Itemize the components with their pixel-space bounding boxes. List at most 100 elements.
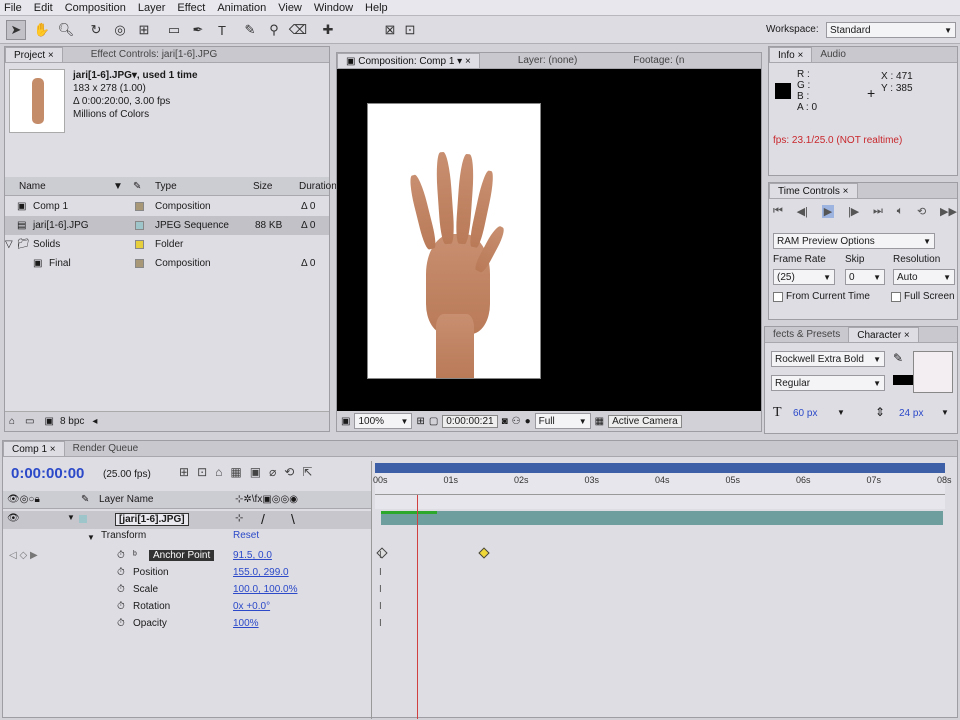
col-type[interactable]: Type [155, 181, 177, 192]
layer-name[interactable]: [jari[1-6].JPG] [115, 513, 189, 526]
keyframe-marker[interactable]: I [379, 601, 382, 612]
tab-info[interactable]: Info × [769, 47, 813, 62]
tab-effects-presets[interactable]: fects & Presets [765, 327, 848, 342]
ram-preview-dropdown[interactable]: RAM Preview Options ▼ [773, 233, 935, 249]
camera-dropdown[interactable]: Active Camera [608, 414, 682, 428]
tab-footage[interactable]: Footage: (n [625, 53, 692, 68]
zoom-tool-icon[interactable]: 🔍︎ [56, 20, 76, 40]
tab-layer[interactable]: Layer: (none) [510, 53, 585, 68]
resolution-dropdown-tc[interactable]: Auto ▼ [893, 269, 955, 285]
first-frame-icon[interactable]: ⏮ [773, 205, 783, 218]
link-icon[interactable]: ᵇ [133, 550, 137, 561]
time-navigator[interactable] [375, 495, 945, 509]
eye-icon[interactable]: 👁︎ [7, 513, 20, 524]
font-dropdown[interactable]: Rockwell Extra Bold ▼ [771, 351, 885, 367]
stroke-color-swatch[interactable] [913, 351, 953, 393]
stopwatch-icon[interactable]: ⏱︎ [117, 601, 125, 612]
pan-behind-icon[interactable]: ⊞ [134, 20, 154, 40]
resolution-dropdown[interactable]: Full ▼ [534, 413, 591, 429]
keyframe-marker[interactable]: I [379, 584, 382, 595]
frame-blending-icon[interactable]: ⌀ [269, 465, 276, 479]
prev-frame-icon[interactable]: ◀| [797, 205, 808, 218]
fill-color-swatch[interactable] [893, 375, 913, 385]
list-item[interactable]: ▽ 📁︎ Solids Folder [5, 235, 329, 254]
stopwatch-icon[interactable]: ⏱︎ [117, 550, 125, 561]
menu-help[interactable]: Help [365, 2, 388, 14]
interpret-footage-icon[interactable]: ⌂ [9, 416, 15, 427]
menu-composition[interactable]: Composition [65, 2, 126, 14]
property-value[interactable]: 155.0, 299.0 [233, 567, 289, 578]
orbit-camera-icon[interactable]: ◎ [110, 20, 130, 40]
stopwatch-icon[interactable]: ⏱︎ [117, 567, 125, 578]
world-axis-icon[interactable]: ⊡ [400, 20, 420, 40]
current-time-indicator[interactable] [417, 495, 418, 719]
bit-depth[interactable]: 8 bpc [60, 416, 84, 427]
new-folder-icon[interactable]: ▭ [25, 416, 34, 427]
list-item[interactable]: ▤ jari[1-6].JPG JPEG Sequence 88 KB Δ 0 [5, 216, 329, 235]
menu-file[interactable]: File [4, 2, 22, 14]
tab-character[interactable]: Character × [848, 327, 919, 342]
tab-project[interactable]: Project × [5, 47, 63, 62]
new-comp-icon[interactable]: ▣ [45, 416, 54, 427]
keyframe-marker[interactable]: I [379, 550, 382, 561]
tab-time-controls[interactable]: Time Controls × [769, 183, 858, 198]
keyframe-marker[interactable]: I [379, 567, 382, 578]
tab-render-queue[interactable]: Render Queue [65, 441, 147, 456]
comp-mini-flowchart-icon[interactable]: ⊡ [197, 465, 207, 479]
workspace-dropdown[interactable]: Standard ▼ [826, 22, 956, 38]
col-name[interactable]: Name [19, 181, 46, 192]
property-value[interactable]: 91.5, 0.0 [233, 550, 272, 561]
always-preview-icon[interactable]: ▣ [341, 416, 350, 427]
safe-zones-icon[interactable]: ⊞ [416, 416, 424, 427]
property-row[interactable]: ◁ ◇ ▶ ⏱︎ Anchor Point 91.5, 0.0 ᵇ [3, 547, 371, 564]
menu-window[interactable]: Window [314, 2, 353, 14]
comp-layer-image[interactable] [367, 103, 541, 379]
ram-preview-icon[interactable]: ▶▶ [940, 205, 957, 218]
transform-label[interactable]: Transform [101, 530, 146, 541]
snapshot-icon[interactable]: ◙ [502, 416, 508, 427]
selection-tool-icon[interactable]: ➤ [6, 20, 26, 40]
menu-edit[interactable]: Edit [34, 2, 53, 14]
keyframe-marker[interactable]: I [379, 618, 382, 629]
menu-view[interactable]: View [278, 2, 302, 14]
tab-audio[interactable]: Audio [812, 47, 854, 62]
channel-icon[interactable]: ● [525, 416, 531, 427]
pen-tool-icon[interactable]: ✒ [188, 20, 208, 40]
motion-blur-icon[interactable]: ⟲ [284, 465, 294, 479]
keyframe-diamond[interactable] [478, 547, 490, 559]
last-frame-icon[interactable]: ⏭ [873, 205, 883, 218]
stopwatch-icon[interactable]: ⏱︎ [117, 618, 125, 629]
zoom-dropdown[interactable]: 100% ▼ [354, 413, 413, 429]
property-value[interactable]: 100% [233, 618, 259, 629]
layer-row[interactable]: 👁︎ ▼ [jari[1-6].JPG] ⊹ / \ [3, 511, 371, 529]
show-snapshot-icon[interactable]: ⚇ [512, 416, 521, 427]
eraser-tool-icon[interactable]: ⌫ [288, 20, 308, 40]
loop-icon[interactable]: ⟲ [917, 205, 926, 218]
col-duration[interactable]: Duration [299, 181, 337, 192]
rectangle-mask-icon[interactable]: ▭ [164, 20, 184, 40]
font-size-value[interactable]: 60 px [793, 408, 817, 419]
play-icon[interactable]: ▶ [821, 205, 835, 218]
keyframe-nav-icon[interactable]: ◁ ◇ ▶ [9, 550, 38, 561]
tab-composition[interactable]: ▣ Composition: Comp 1 ▾ × [337, 53, 480, 68]
chevron-down-icon[interactable]: ▽ [5, 239, 13, 250]
col-layer-name[interactable]: Layer Name [99, 494, 153, 505]
chevron-down-icon[interactable]: ▼ [837, 408, 845, 417]
menu-animation[interactable]: Animation [217, 2, 266, 14]
from-current-checkbox[interactable] [773, 291, 783, 302]
type-tool-icon[interactable]: T [212, 20, 232, 40]
label-color[interactable] [135, 202, 144, 211]
brush-tool-icon[interactable]: ✎ [240, 20, 260, 40]
time-ruler[interactable]: 00s 01s 02s 03s 04s 05s 06s 07s 08s [373, 473, 952, 495]
list-item[interactable]: ▣ Final Composition Δ 0 [5, 254, 329, 273]
live-update-icon[interactable]: ⌂ [215, 465, 222, 479]
hand-tool-icon[interactable]: ✋ [32, 20, 52, 40]
list-item[interactable]: ▣ Comp 1 Composition Δ 0 [5, 197, 329, 216]
effect-switch-icon[interactable]: \ [291, 511, 295, 527]
axis-mode-icon[interactable]: ⊠ [380, 20, 400, 40]
next-frame-icon[interactable]: |▶ [848, 205, 859, 218]
frame-rate-dropdown[interactable]: (25) ▼ [773, 269, 835, 285]
col-size[interactable]: Size [253, 181, 272, 192]
reset-link[interactable]: Reset [233, 530, 259, 541]
property-value[interactable]: 100.0, 100.0% [233, 584, 298, 595]
